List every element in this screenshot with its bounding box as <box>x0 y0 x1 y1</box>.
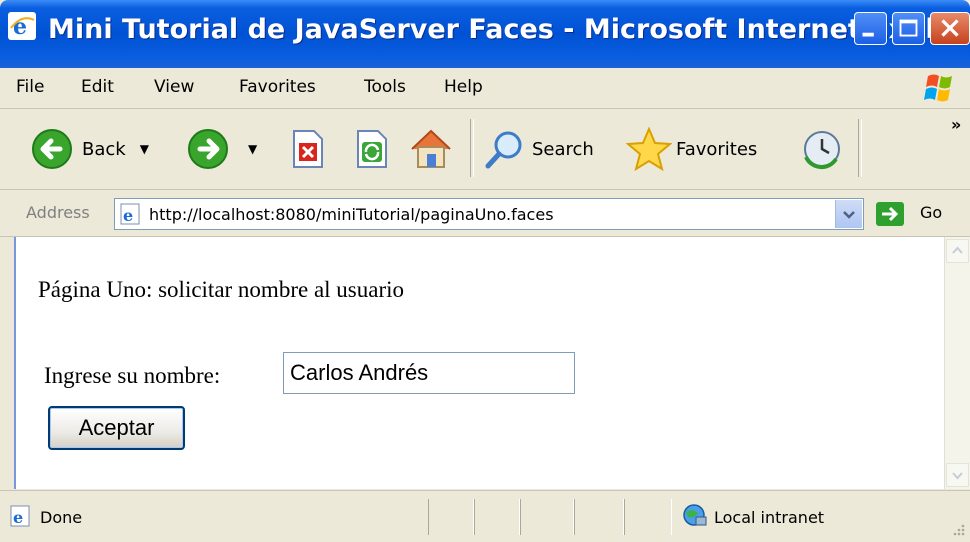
home-button[interactable] <box>408 109 454 189</box>
svg-text:e: e <box>13 508 23 527</box>
stop-button[interactable] <box>290 109 324 189</box>
address-bar: Address e http://localhost:8080/miniTuto… <box>0 190 970 237</box>
minimize-button[interactable] <box>854 12 887 45</box>
forward-dropdown-icon[interactable]: ▼ <box>248 142 257 156</box>
accept-button[interactable]: Aceptar <box>48 406 185 450</box>
maximize-button[interactable] <box>892 12 925 45</box>
maximize-icon <box>899 19 918 37</box>
back-dropdown-icon[interactable]: ▼ <box>140 142 149 156</box>
favorites-label: Favorites <box>676 138 758 160</box>
search-icon <box>485 131 522 169</box>
status-pane <box>428 499 474 535</box>
windows-logo-icon <box>912 70 966 106</box>
toolbar-overflow-chevron[interactable]: » <box>951 115 961 134</box>
window-title: Mini Tutorial de JavaServer Faces - Micr… <box>48 14 970 45</box>
refresh-icon <box>357 130 387 168</box>
favorites-star-icon <box>626 127 672 171</box>
page-done-icon: e <box>10 505 30 527</box>
home-icon <box>411 129 451 168</box>
close-button[interactable] <box>930 12 970 45</box>
status-text: Done <box>40 508 83 527</box>
ie-icon: e <box>8 12 36 40</box>
forward-arrow-icon <box>188 129 228 169</box>
menu-help[interactable]: Help <box>444 77 483 97</box>
back-label: Back <box>82 138 126 160</box>
toolbar: Back ▼ ▼ Search Favorites » <box>0 109 970 190</box>
toolbar-separator <box>858 119 862 177</box>
status-pane <box>574 499 624 535</box>
scroll-down-button[interactable] <box>946 463 969 487</box>
address-url[interactable]: http://localhost:8080/miniTutorial/pagin… <box>149 205 554 224</box>
local-intranet-icon <box>683 504 707 526</box>
search-button[interactable]: Search <box>484 109 594 189</box>
address-field[interactable]: e http://localhost:8080/miniTutorial/pag… <box>114 198 864 230</box>
history-button[interactable] <box>800 109 844 189</box>
menu-tools[interactable]: Tools <box>364 77 406 97</box>
chevron-down-icon <box>843 211 855 219</box>
browser-window: e Mini Tutorial de JavaServer Faces - Mi… <box>0 0 970 542</box>
status-bar: e Done Local intranet <box>0 490 970 542</box>
menu-edit[interactable]: Edit <box>81 77 114 97</box>
page-icon: e <box>120 203 140 225</box>
name-label: Ingrese su nombre: <box>44 363 221 388</box>
toolbar-separator <box>470 119 474 177</box>
go-button[interactable]: Go <box>920 203 942 222</box>
favorites-button[interactable]: Favorites <box>626 109 757 189</box>
menu-favorites[interactable]: Favorites <box>239 77 316 97</box>
close-icon <box>941 19 959 37</box>
menu-file[interactable]: File <box>16 77 44 97</box>
menu-view[interactable]: View <box>154 77 194 97</box>
back-arrow-icon <box>32 129 72 169</box>
name-input[interactable] <box>283 352 575 394</box>
page-heading: Página Uno: solicitar nombre al usuario <box>38 277 405 302</box>
refresh-button[interactable] <box>354 109 388 189</box>
svg-text:e: e <box>123 206 133 225</box>
go-arrow-icon[interactable] <box>876 202 904 226</box>
address-dropdown-button[interactable] <box>835 200 862 228</box>
title-bar[interactable]: e Mini Tutorial de JavaServer Faces - Mi… <box>0 0 970 68</box>
history-icon <box>804 131 840 170</box>
resize-grip-icon[interactable] <box>950 521 966 537</box>
chevron-up-icon <box>952 246 963 254</box>
back-button[interactable]: Back ▼ <box>30 109 149 189</box>
status-pane <box>474 499 520 535</box>
search-label: Search <box>532 138 594 160</box>
vertical-scrollbar[interactable] <box>944 237 970 489</box>
menu-bar: File Edit View Favorites Tools Help <box>0 68 970 109</box>
security-zone-label: Local intranet <box>714 508 825 527</box>
address-label: Address <box>26 203 90 222</box>
minimize-icon <box>862 32 874 37</box>
scroll-up-button[interactable] <box>946 239 969 263</box>
page-content: Página Uno: solicitar nombre al usuario … <box>14 237 946 489</box>
stop-icon <box>293 130 323 168</box>
forward-button[interactable]: ▼ <box>186 109 257 189</box>
chevron-down-icon <box>952 472 963 480</box>
status-pane <box>520 499 574 535</box>
status-pane <box>624 499 672 535</box>
